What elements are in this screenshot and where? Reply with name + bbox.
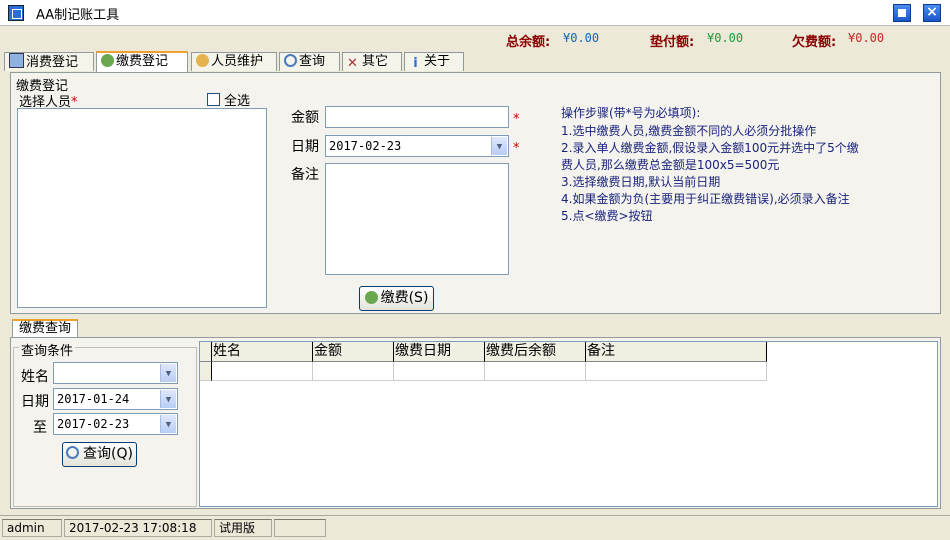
table-cell[interactable] bbox=[586, 362, 767, 381]
advance-value: ¥0.00 bbox=[707, 31, 744, 45]
total-balance-label: 总余额: bbox=[506, 35, 551, 50]
chevron-down-icon[interactable]: ▼ bbox=[160, 364, 176, 382]
status-edition: 试用版 bbox=[214, 519, 272, 537]
table-cell[interactable] bbox=[394, 362, 485, 381]
instruction-line: 操作步骤(带*号为必填项): bbox=[561, 106, 701, 120]
column-header[interactable]: 金额 bbox=[313, 342, 394, 362]
tab-query[interactable]: 查询 bbox=[279, 52, 340, 71]
tab-consumption[interactable]: 消费登记 bbox=[4, 52, 94, 71]
document-icon bbox=[9, 53, 24, 68]
search-button[interactable]: 查询(Q) bbox=[62, 442, 137, 467]
row-selector[interactable] bbox=[200, 362, 212, 381]
window-title: AA制记账工具 bbox=[36, 8, 120, 23]
amount-input[interactable] bbox=[325, 106, 509, 128]
status-extra bbox=[274, 519, 326, 537]
table-cell[interactable] bbox=[485, 362, 586, 381]
status-user: admin bbox=[2, 519, 62, 537]
app-icon bbox=[8, 5, 24, 21]
query-name-label: 姓名 bbox=[21, 369, 49, 385]
query-name-select[interactable]: ▼ bbox=[53, 362, 178, 384]
note-label: 备注 bbox=[291, 167, 319, 183]
select-all-checkbox[interactable]: 全选 bbox=[207, 90, 250, 109]
search-icon bbox=[66, 446, 80, 459]
tab-payment-query[interactable]: 缴费查询 bbox=[12, 319, 78, 338]
advance-label: 垫付额: bbox=[650, 35, 695, 50]
chevron-down-icon[interactable]: ▼ bbox=[491, 137, 507, 155]
query-date-from-picker[interactable]: 2017-01-24 ▼ bbox=[53, 388, 178, 410]
query-date-label: 日期 bbox=[21, 394, 49, 410]
tab-other[interactable]: ✕ 其它 bbox=[342, 52, 402, 71]
title-bar: AA制记账工具 × bbox=[0, 0, 950, 26]
note-textarea[interactable] bbox=[325, 163, 509, 275]
restore-button[interactable] bbox=[893, 4, 911, 22]
instruction-line: 费人员,那么缴费总金额是100x5=500元 bbox=[561, 158, 780, 172]
owed-label: 欠费额: bbox=[792, 35, 837, 50]
person-list[interactable] bbox=[17, 108, 267, 308]
chevron-down-icon[interactable]: ▼ bbox=[160, 415, 176, 433]
column-header[interactable]: 备注 bbox=[586, 342, 767, 362]
chevron-down-icon[interactable]: ▼ bbox=[160, 390, 176, 408]
column-header[interactable]: 缴费后余额 bbox=[485, 342, 586, 362]
status-datetime: 2017-02-23 17:08:18 bbox=[64, 519, 212, 537]
search-icon bbox=[284, 54, 297, 67]
query-to-label: 至 bbox=[33, 420, 47, 436]
info-icon: i bbox=[413, 56, 418, 71]
status-bar: admin 2017-02-23 17:08:18 试用版 bbox=[0, 515, 950, 540]
total-balance-value: ¥0.00 bbox=[563, 31, 600, 45]
instruction-line: 2.录入单人缴费金额,假设录入金额100元并选中了5个缴 bbox=[561, 141, 859, 155]
pay-button[interactable]: 缴费(S) bbox=[359, 286, 434, 311]
coins-icon bbox=[364, 291, 378, 304]
coins-icon bbox=[101, 54, 114, 67]
tab-payment[interactable]: 缴费登记 bbox=[96, 51, 188, 72]
tools-icon: ✕ bbox=[347, 56, 358, 71]
close-button[interactable]: × bbox=[923, 4, 941, 22]
table-cell[interactable] bbox=[313, 362, 394, 381]
amount-required-mark: * bbox=[513, 112, 520, 127]
date-required-mark: * bbox=[513, 141, 520, 156]
checkbox-box[interactable] bbox=[207, 93, 220, 106]
grid-corner bbox=[200, 342, 212, 362]
query-date-to-picker[interactable]: 2017-02-23 ▼ bbox=[53, 413, 178, 435]
table-cell[interactable] bbox=[212, 362, 313, 381]
tab-about[interactable]: i 关于 bbox=[404, 52, 464, 71]
users-icon bbox=[196, 54, 209, 67]
instruction-line: 4.如果金额为负(主要用于纠正缴费错误),必须录入备注 bbox=[561, 192, 850, 206]
query-conditions-title: 查询条件 bbox=[19, 340, 76, 359]
results-grid[interactable]: 姓名 金额 缴费日期 缴费后余额 备注 bbox=[199, 341, 938, 507]
owed-value: ¥0.00 bbox=[848, 31, 885, 45]
instruction-line: 3.选择缴费日期,默认当前日期 bbox=[561, 175, 721, 189]
instruction-line: 5.点<缴费>按钮 bbox=[561, 209, 653, 223]
column-header[interactable]: 姓名 bbox=[212, 342, 313, 362]
instruction-line: 1.选中缴费人员,缴费金额不同的人必须分批操作 bbox=[561, 124, 817, 138]
column-header[interactable]: 缴费日期 bbox=[394, 342, 485, 362]
tab-personnel[interactable]: 人员维护 bbox=[191, 52, 277, 71]
date-picker[interactable]: 2017-02-23 ▼ bbox=[325, 135, 509, 157]
amount-label: 金额 bbox=[291, 110, 319, 126]
date-label: 日期 bbox=[291, 139, 319, 155]
